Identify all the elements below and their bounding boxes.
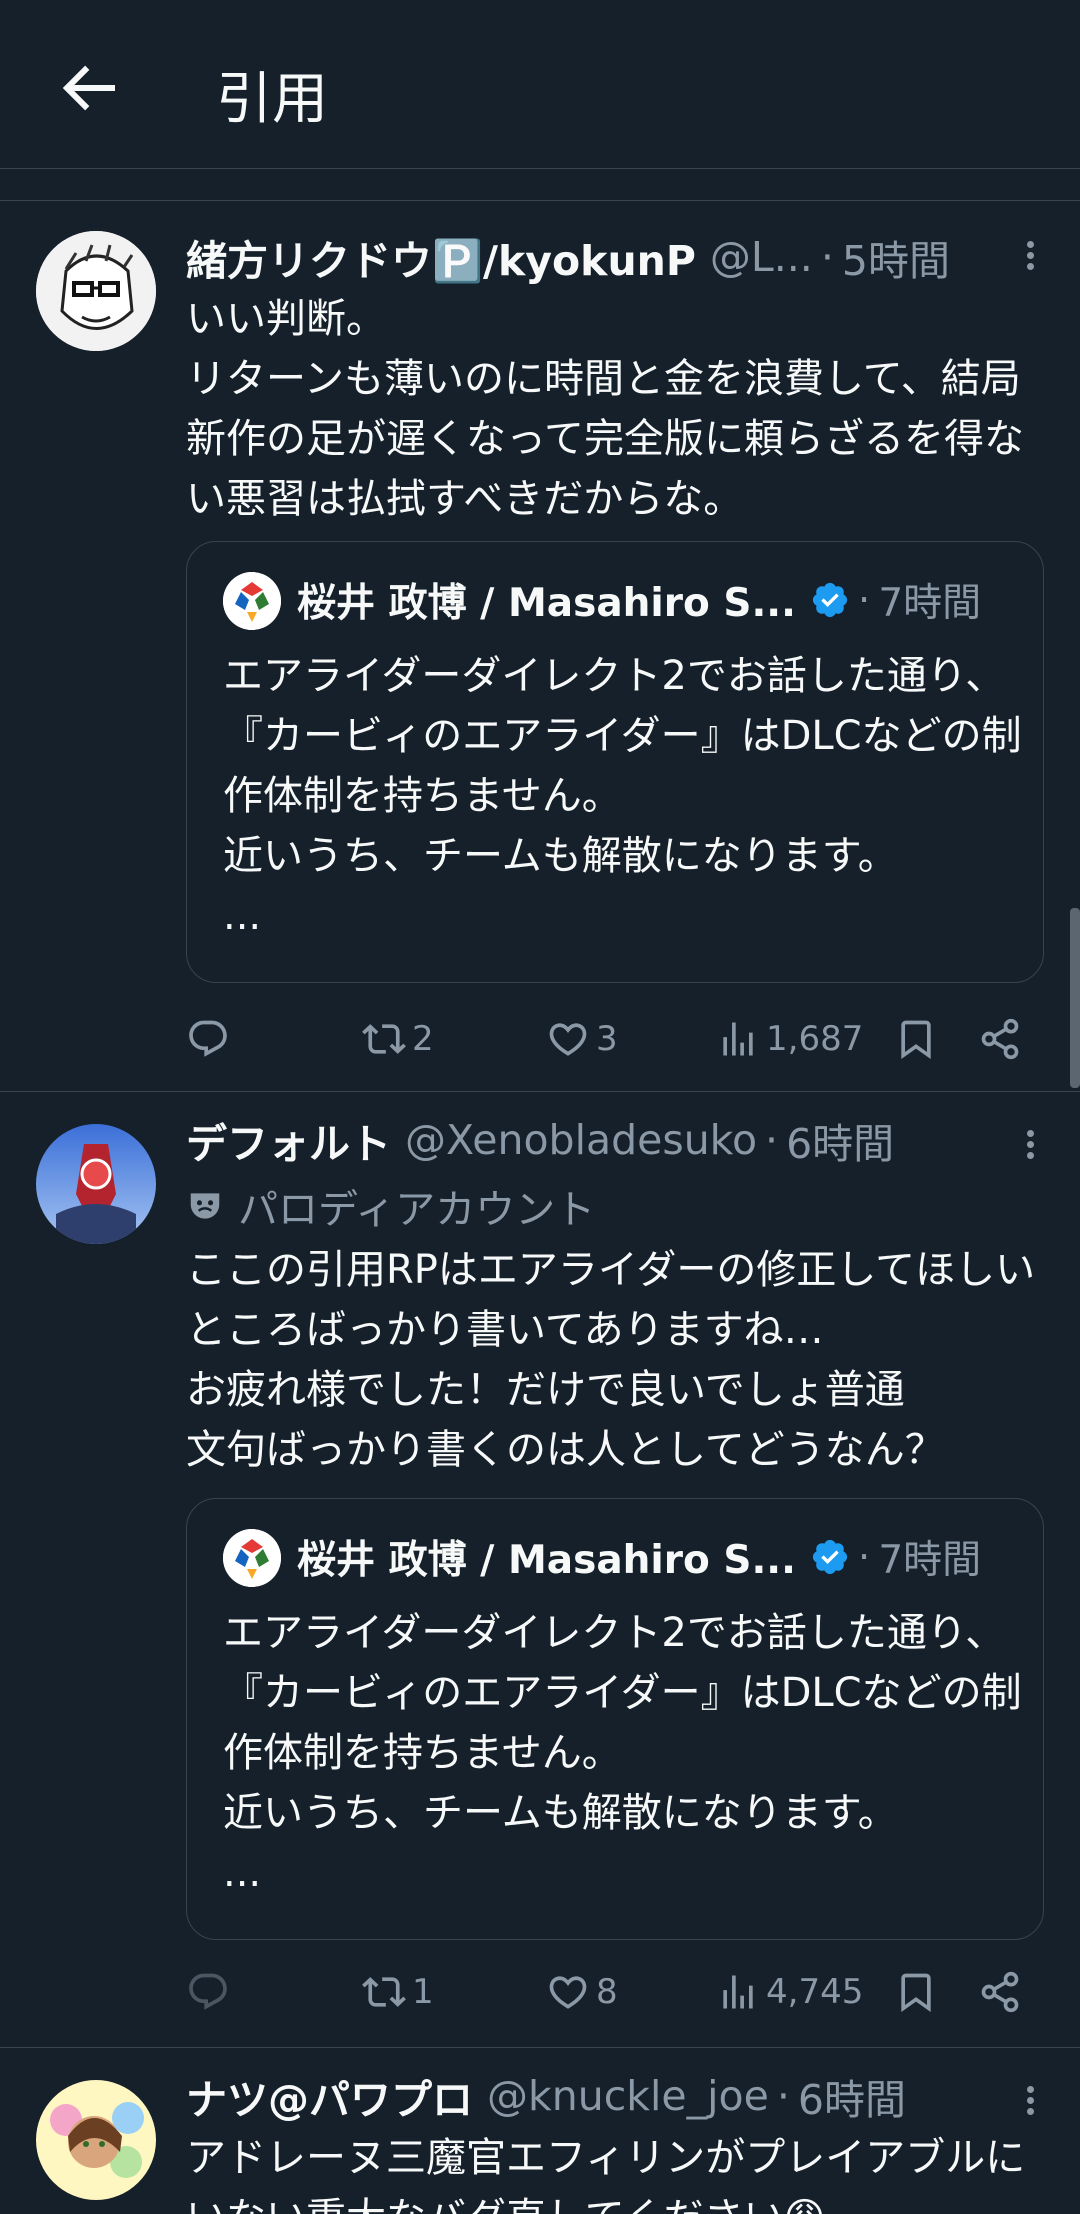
tweet-text: ここの引用RPはエアライダーの修正してほしいところばっかり書いてありますね… お…	[186, 1247, 1036, 1473]
tweet-actions: 2 3 1,687	[186, 1009, 1036, 1069]
bookmark-button[interactable]	[894, 1962, 938, 2022]
tweet-text: アドレーヌ三魔官エフィリンがプレイアブルにいない重大なバグ直してください😩	[186, 2135, 1026, 2214]
more-options-icon[interactable]	[1022, 2082, 1038, 2122]
reply-button[interactable]	[186, 1962, 230, 2022]
display-name[interactable]: デフォルト	[186, 1110, 391, 1170]
reply-icon	[189, 1973, 227, 2010]
display-name[interactable]: ナツ@パワプロ	[186, 2066, 473, 2126]
retweet-count: 2	[412, 1019, 434, 1059]
avatar[interactable]	[36, 1124, 156, 1244]
gamecube-logo-icon	[223, 1529, 281, 1587]
bookmark-icon	[901, 1973, 931, 2013]
quoted-tweet-text: エアライダーダイレクト2でお話した通り、『カービィのエアライダー』はDLCなどの…	[223, 653, 1022, 939]
quoted-tweet-text: エアライダーダイレクト2でお話した通り、『カービィのエアライダー』はDLCなどの…	[223, 1610, 1022, 1896]
username[interactable]: @Xenobladesuko	[405, 1116, 757, 1164]
retweet-icon	[362, 1977, 406, 2007]
scrollbar[interactable]	[1070, 908, 1080, 1088]
display-name[interactable]: 緒方リクドウ🅿️/kyokunP	[186, 227, 696, 287]
view-count: 1,687	[766, 1019, 864, 1059]
share-button[interactable]	[978, 1009, 1022, 1069]
parody-label-text: パロディアカウント	[238, 1187, 596, 1233]
anime-character-avatar-image	[36, 1124, 156, 1244]
kirby-characters-avatar-image	[36, 2080, 156, 2200]
reply-button[interactable]	[186, 1009, 230, 1069]
parody-account-label: パロディアカウント	[186, 1178, 595, 1234]
tweet-actions: 1 8 4,745	[186, 1962, 1036, 2022]
separator-dot: ·	[776, 2072, 790, 2120]
username[interactable]: @L...	[710, 233, 813, 281]
verified-badge-icon	[812, 582, 848, 618]
timestamp: 7時間	[878, 1538, 982, 1583]
retweet-button[interactable]: 2	[362, 1009, 434, 1069]
verified-badge-icon	[812, 1539, 848, 1575]
share-button[interactable]	[978, 1962, 1022, 2022]
timestamp[interactable]: 5時間	[842, 227, 950, 287]
display-name: 桜井 政博 / Masahiro S...	[297, 581, 796, 626]
heart-icon	[549, 1023, 587, 1056]
like-count: 3	[596, 1019, 618, 1059]
timestamp[interactable]: 6時間	[786, 1110, 894, 1170]
like-button[interactable]: 3	[546, 1009, 618, 1069]
view-count: 4,745	[766, 1972, 864, 2012]
analytics-icon	[723, 1022, 753, 1056]
heart-icon	[549, 1976, 587, 2009]
more-options-icon[interactable]	[1022, 1126, 1038, 1166]
separator-dot: ·	[857, 1534, 871, 1580]
quoted-tweet-header: 桜井 政博 / Masahiro S... · 7時間	[297, 1527, 981, 1587]
tweet[interactable]: ナツ@パワプロ @knuckle_joe · 6時間 アドレーヌ三魔官エフィリン…	[0, 2048, 1080, 2214]
display-name: 桜井 政博 / Masahiro S...	[297, 1538, 796, 1583]
username[interactable]: @knuckle_joe	[487, 2072, 769, 2120]
separator-dot: ·	[765, 1116, 779, 1164]
timestamp[interactable]: 6時間	[798, 2066, 906, 2126]
timestamp: 7時間	[878, 581, 982, 626]
analytics-icon	[723, 1975, 753, 2009]
manga-face-avatar-image	[36, 231, 156, 351]
avatar[interactable]	[36, 2080, 156, 2200]
bookmark-button[interactable]	[894, 1009, 938, 1069]
separator-dot: ·	[820, 233, 834, 281]
share-icon	[981, 1971, 1019, 2013]
retweet-icon	[362, 1024, 406, 1054]
gamecube-logo-icon	[223, 572, 281, 630]
retweet-count: 1	[412, 1972, 434, 2012]
tweet-text: いい判断。 リターンも薄いのに時間と金を浪費して、結局新作の足が遅くなって完全版…	[186, 296, 1024, 522]
avatar	[223, 572, 281, 630]
top-bar: 引用	[0, 0, 1080, 169]
views-button[interactable]: 1,687	[716, 1009, 863, 1069]
tweet-header: デフォルト @Xenobladesuko · 6時間	[186, 1110, 894, 1170]
quoted-tweet[interactable]: 桜井 政博 / Masahiro S... · 7時間 エアライダーダイレクト2…	[186, 1498, 1044, 1940]
separator-dot: ·	[857, 577, 871, 623]
reply-icon	[189, 1020, 227, 1057]
share-icon	[981, 1018, 1019, 1060]
tweet[interactable]: デフォルト @Xenobladesuko · 6時間 パロディアカウント ここの…	[0, 1092, 1080, 2048]
avatar	[223, 1529, 281, 1587]
avatar[interactable]	[36, 231, 156, 351]
tweet-header: 緒方リクドウ🅿️/kyokunP @L... · 5時間	[186, 227, 950, 287]
back-arrow-icon[interactable]	[52, 52, 124, 124]
tweet[interactable]: 緒方リクドウ🅿️/kyokunP @L... · 5時間 いい判断。 リターンも…	[0, 201, 1080, 1092]
more-options-icon[interactable]	[1022, 237, 1038, 277]
bookmark-icon	[901, 1020, 931, 1060]
page-title: 引用	[216, 67, 328, 132]
quoted-tweet-header: 桜井 政博 / Masahiro S... · 7時間	[297, 570, 981, 630]
theater-mask-icon	[190, 1193, 220, 1219]
like-button[interactable]: 8	[546, 1962, 618, 2022]
retweet-button[interactable]: 1	[362, 1962, 434, 2022]
like-count: 8	[596, 1972, 618, 2012]
quoted-tweet[interactable]: 桜井 政博 / Masahiro S... · 7時間 エアライダーダイレクト2…	[186, 541, 1044, 983]
tweet-header: ナツ@パワプロ @knuckle_joe · 6時間	[186, 2066, 906, 2126]
views-button[interactable]: 4,745	[716, 1962, 863, 2022]
